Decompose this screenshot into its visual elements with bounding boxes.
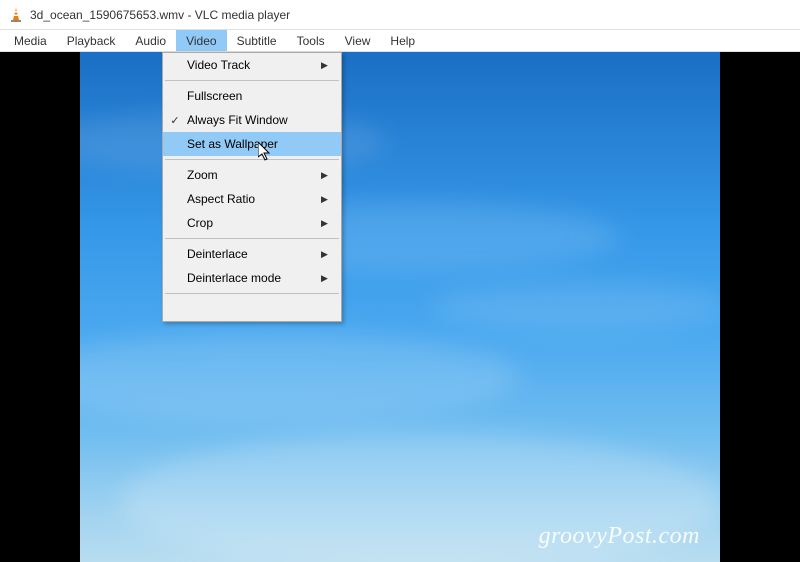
menu-label: View [345,34,371,48]
menu-media[interactable]: Media [4,30,57,51]
cloud-decoration [80,332,520,422]
submenu-arrow-icon: ▶ [321,218,333,229]
submenu-arrow-icon: ▶ [321,249,333,260]
app-window: 3d_ocean_1590675653.wmv - VLC media play… [0,0,800,562]
menu-label: Playback [67,34,116,48]
check-icon: ✓ [163,114,187,127]
menuitem-label: Fullscreen [187,89,321,103]
menuitem-label: Crop [187,216,321,230]
menuitem-zoom[interactable]: Zoom ▶ [163,163,341,187]
menuitem-deinterlace[interactable]: Deinterlace ▶ [163,242,341,266]
submenu-arrow-icon: ▶ [321,60,333,71]
menu-help[interactable]: Help [380,30,425,51]
menu-tools[interactable]: Tools [287,30,335,51]
menuitem-set-as-wallpaper[interactable]: Set as Wallpaper [163,132,341,156]
menuitem-label: Aspect Ratio [187,192,321,206]
menuitem-always-fit-window[interactable]: ✓ Always Fit Window [163,108,341,132]
menu-view[interactable]: View [335,30,381,51]
video-area: groovyPost.com [0,52,800,562]
menuitem-label: Zoom [187,168,321,182]
menu-subtitle[interactable]: Subtitle [227,30,287,51]
menu-playback[interactable]: Playback [57,30,126,51]
menuitem-deinterlace-mode[interactable]: Deinterlace mode ▶ [163,266,341,290]
title-bar: 3d_ocean_1590675653.wmv - VLC media play… [0,0,800,30]
menuitem-crop[interactable]: Crop ▶ [163,211,341,235]
watermark: groovyPost.com [539,523,700,550]
menuitem-label: Video Track [187,58,321,72]
menu-separator [165,293,339,294]
menuitem-label: Always Fit Window [187,113,321,127]
menuitem-aspect-ratio[interactable]: Aspect Ratio ▶ [163,187,341,211]
vlc-cone-icon [8,7,24,23]
menuitem-label: Set as Wallpaper [187,137,321,151]
submenu-arrow-icon: ▶ [321,273,333,284]
menu-label: Help [390,34,415,48]
menuitem-video-track[interactable]: Video Track ▶ [163,53,341,77]
menuitem-label: Deinterlace [187,247,321,261]
menuitem-take-snapshot[interactable] [163,297,341,321]
menu-separator [165,80,339,81]
menu-label: Audio [135,34,166,48]
menuitem-fullscreen[interactable]: Fullscreen [163,84,341,108]
menu-separator [165,238,339,239]
menu-bar: Media Playback Audio Video Subtitle Tool… [0,30,800,52]
video-dropdown-menu: Video Track ▶ Fullscreen ✓ Always Fit Wi… [162,52,342,322]
menu-video[interactable]: Video [176,30,226,51]
submenu-arrow-icon: ▶ [321,194,333,205]
menuitem-label: Deinterlace mode [187,271,321,285]
menu-label: Media [14,34,47,48]
menu-label: Tools [297,34,325,48]
window-title: 3d_ocean_1590675653.wmv - VLC media play… [30,8,290,22]
submenu-arrow-icon: ▶ [321,170,333,181]
menu-label: Video [186,34,216,48]
cloud-decoration [430,282,720,332]
menu-label: Subtitle [237,34,277,48]
menu-separator [165,159,339,160]
menu-audio[interactable]: Audio [125,30,176,51]
